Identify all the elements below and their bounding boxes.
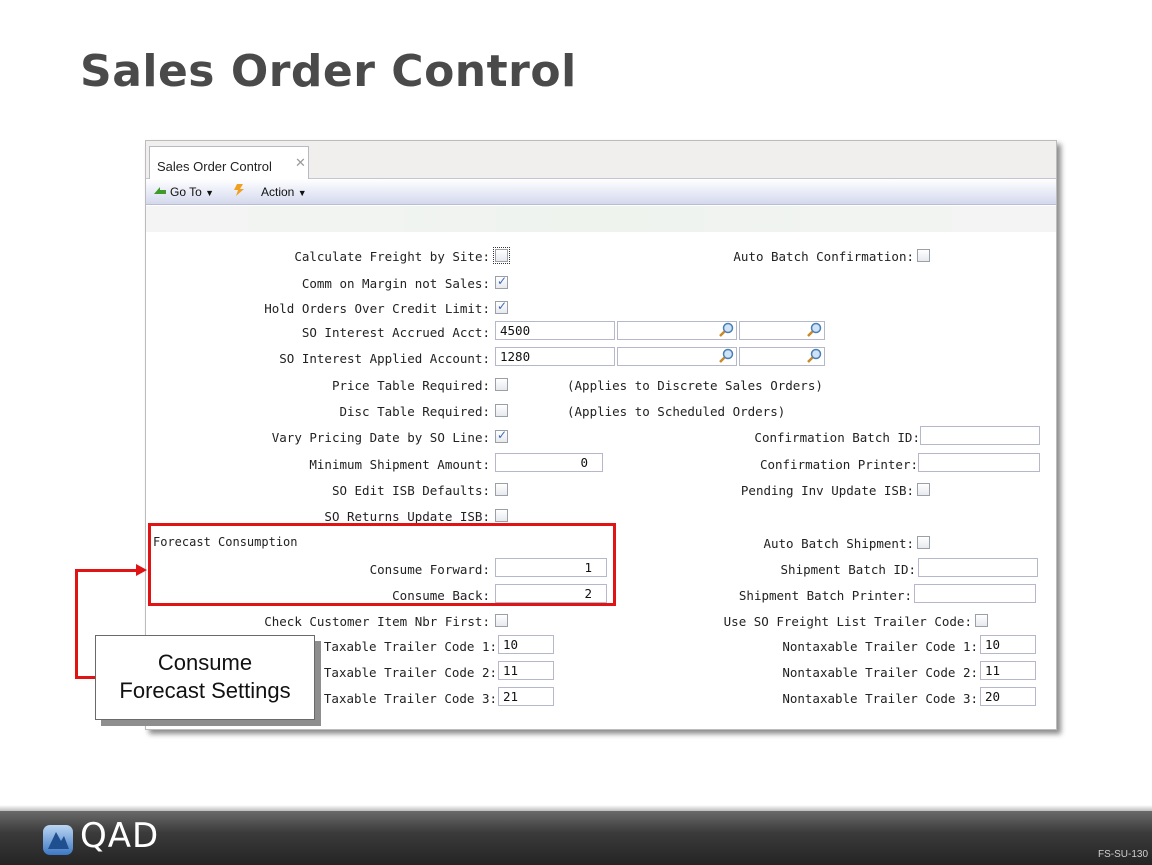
vary-pricing-checkbox[interactable] [495,428,508,443]
action-menu-button[interactable]: Action ▼ [261,185,307,199]
vary-pricing-label: Vary Pricing Date by SO Line: [271,430,490,445]
taxable2-label: Taxable Trailer Code 2: [323,665,497,680]
calc-freight-label: Calculate Freight by Site: [294,249,490,264]
goto-menu-button[interactable]: Go To ▼ [170,185,214,199]
nontax1-input[interactable]: 10 [980,635,1036,654]
close-icon[interactable]: ✕ [295,155,306,171]
price-table-note: (Applies to Discrete Sales Orders) [567,378,823,393]
message-strip [146,206,1056,232]
tab-label: Sales Order Control [157,159,272,174]
callout-box: Consume Forecast Settings [95,635,315,720]
callout-line2: Forecast Settings [119,678,291,703]
lookup-magnifier-icon[interactable] [718,348,734,364]
lookup-magnifier-icon[interactable] [718,322,734,338]
price-table-checkbox[interactable] [495,378,508,391]
toolbar: Go To ▼ Action ▼ [146,179,1056,205]
disc-table-checkbox[interactable] [495,404,508,417]
qad-logo-icon [43,825,73,855]
confirm-batch-id-label: Confirmation Batch ID: [754,430,920,445]
pending-inv-label: Pending Inv Update ISB: [740,483,914,498]
confirm-batch-id-input[interactable] [920,426,1040,445]
callout-connector [75,569,78,679]
interest-applied-label: SO Interest Applied Account: [279,351,490,366]
callout-connector [75,569,137,572]
min-shipment-label: Minimum Shipment Amount: [309,457,490,472]
auto-batch-ship-checkbox[interactable] [917,536,930,549]
check-customer-label: Check Customer Item Nbr First: [264,614,490,629]
nontax3-label: Nontaxable Trailer Code 3: [782,691,978,706]
qad-logo-text: QAD [80,816,160,856]
taxable3-input[interactable]: 21 [498,687,554,706]
dropdown-caret-icon: ▼ [205,188,215,198]
check-customer-checkbox[interactable] [495,614,508,627]
dropdown-caret-icon: ▼ [297,188,307,198]
callout-arrow-icon [136,564,147,576]
comm-margin-label: Comm on Margin not Sales: [301,276,490,291]
disc-table-label: Disc Table Required: [339,404,490,419]
action-bolt-icon [234,184,244,196]
returns-isb-checkbox[interactable] [495,509,508,522]
lookup-magnifier-icon[interactable] [806,348,822,364]
nontax3-input[interactable]: 20 [980,687,1036,706]
ship-batch-id-label: Shipment Batch ID: [780,562,916,577]
nontax2-input[interactable]: 11 [980,661,1036,680]
taxable2-input[interactable]: 11 [498,661,554,680]
slide-title: Sales Order Control [80,46,577,97]
interest-accrued-acct-input[interactable]: 4500 [495,321,615,340]
confirm-printer-input[interactable] [918,453,1040,472]
interest-accrued-label: SO Interest Accrued Acct: [301,325,490,340]
goto-arrow-icon [154,187,166,194]
price-table-label: Price Table Required: [331,378,490,393]
tab-bar: Sales Order Control ✕ [146,141,1056,179]
ship-batch-printer-label: Shipment Batch Printer: [738,588,912,603]
nontax1-label: Nontaxable Trailer Code 1: [782,639,978,654]
calc-freight-checkbox[interactable] [493,247,510,264]
freight-list-label: Use SO Freight List Trailer Code: [723,614,972,629]
auto-batch-confirm-checkbox[interactable] [917,249,930,262]
disc-table-note: (Applies to Scheduled Orders) [567,404,786,419]
callout-line1: Consume [157,650,253,675]
taxable3-label: Taxable Trailer Code 3: [323,691,497,706]
returns-isb-label: SO Returns Update ISB: [324,509,490,524]
comm-margin-checkbox[interactable] [495,274,508,289]
callout-connector [75,676,97,679]
slide-footer [0,811,1152,865]
slide-code: FS-SU-130 [1097,849,1148,860]
pending-inv-checkbox[interactable] [917,483,930,496]
nontax2-label: Nontaxable Trailer Code 2: [782,665,978,680]
interest-applied-acct-input[interactable]: 1280 [495,347,615,366]
auto-batch-ship-label: Auto Batch Shipment: [763,536,914,551]
hold-orders-checkbox[interactable] [495,299,508,314]
taxable1-label: Taxable Trailer Code 1: [323,639,497,654]
confirm-printer-label: Confirmation Printer: [759,457,918,472]
ship-batch-printer-input[interactable] [914,584,1036,603]
ship-batch-id-input[interactable] [918,558,1038,577]
freight-list-checkbox[interactable] [975,614,988,627]
hold-orders-label: Hold Orders Over Credit Limit: [264,301,490,316]
min-shipment-input[interactable]: 0 [495,453,603,472]
taxable1-input[interactable]: 10 [498,635,554,654]
lookup-magnifier-icon[interactable] [806,322,822,338]
tab-sales-order-control[interactable]: Sales Order Control ✕ [149,146,309,179]
forecast-highlight-box [148,523,616,606]
edit-isb-checkbox[interactable] [495,483,508,496]
auto-batch-confirm-label: Auto Batch Confirmation: [733,249,914,264]
edit-isb-label: SO Edit ISB Defaults: [331,483,490,498]
